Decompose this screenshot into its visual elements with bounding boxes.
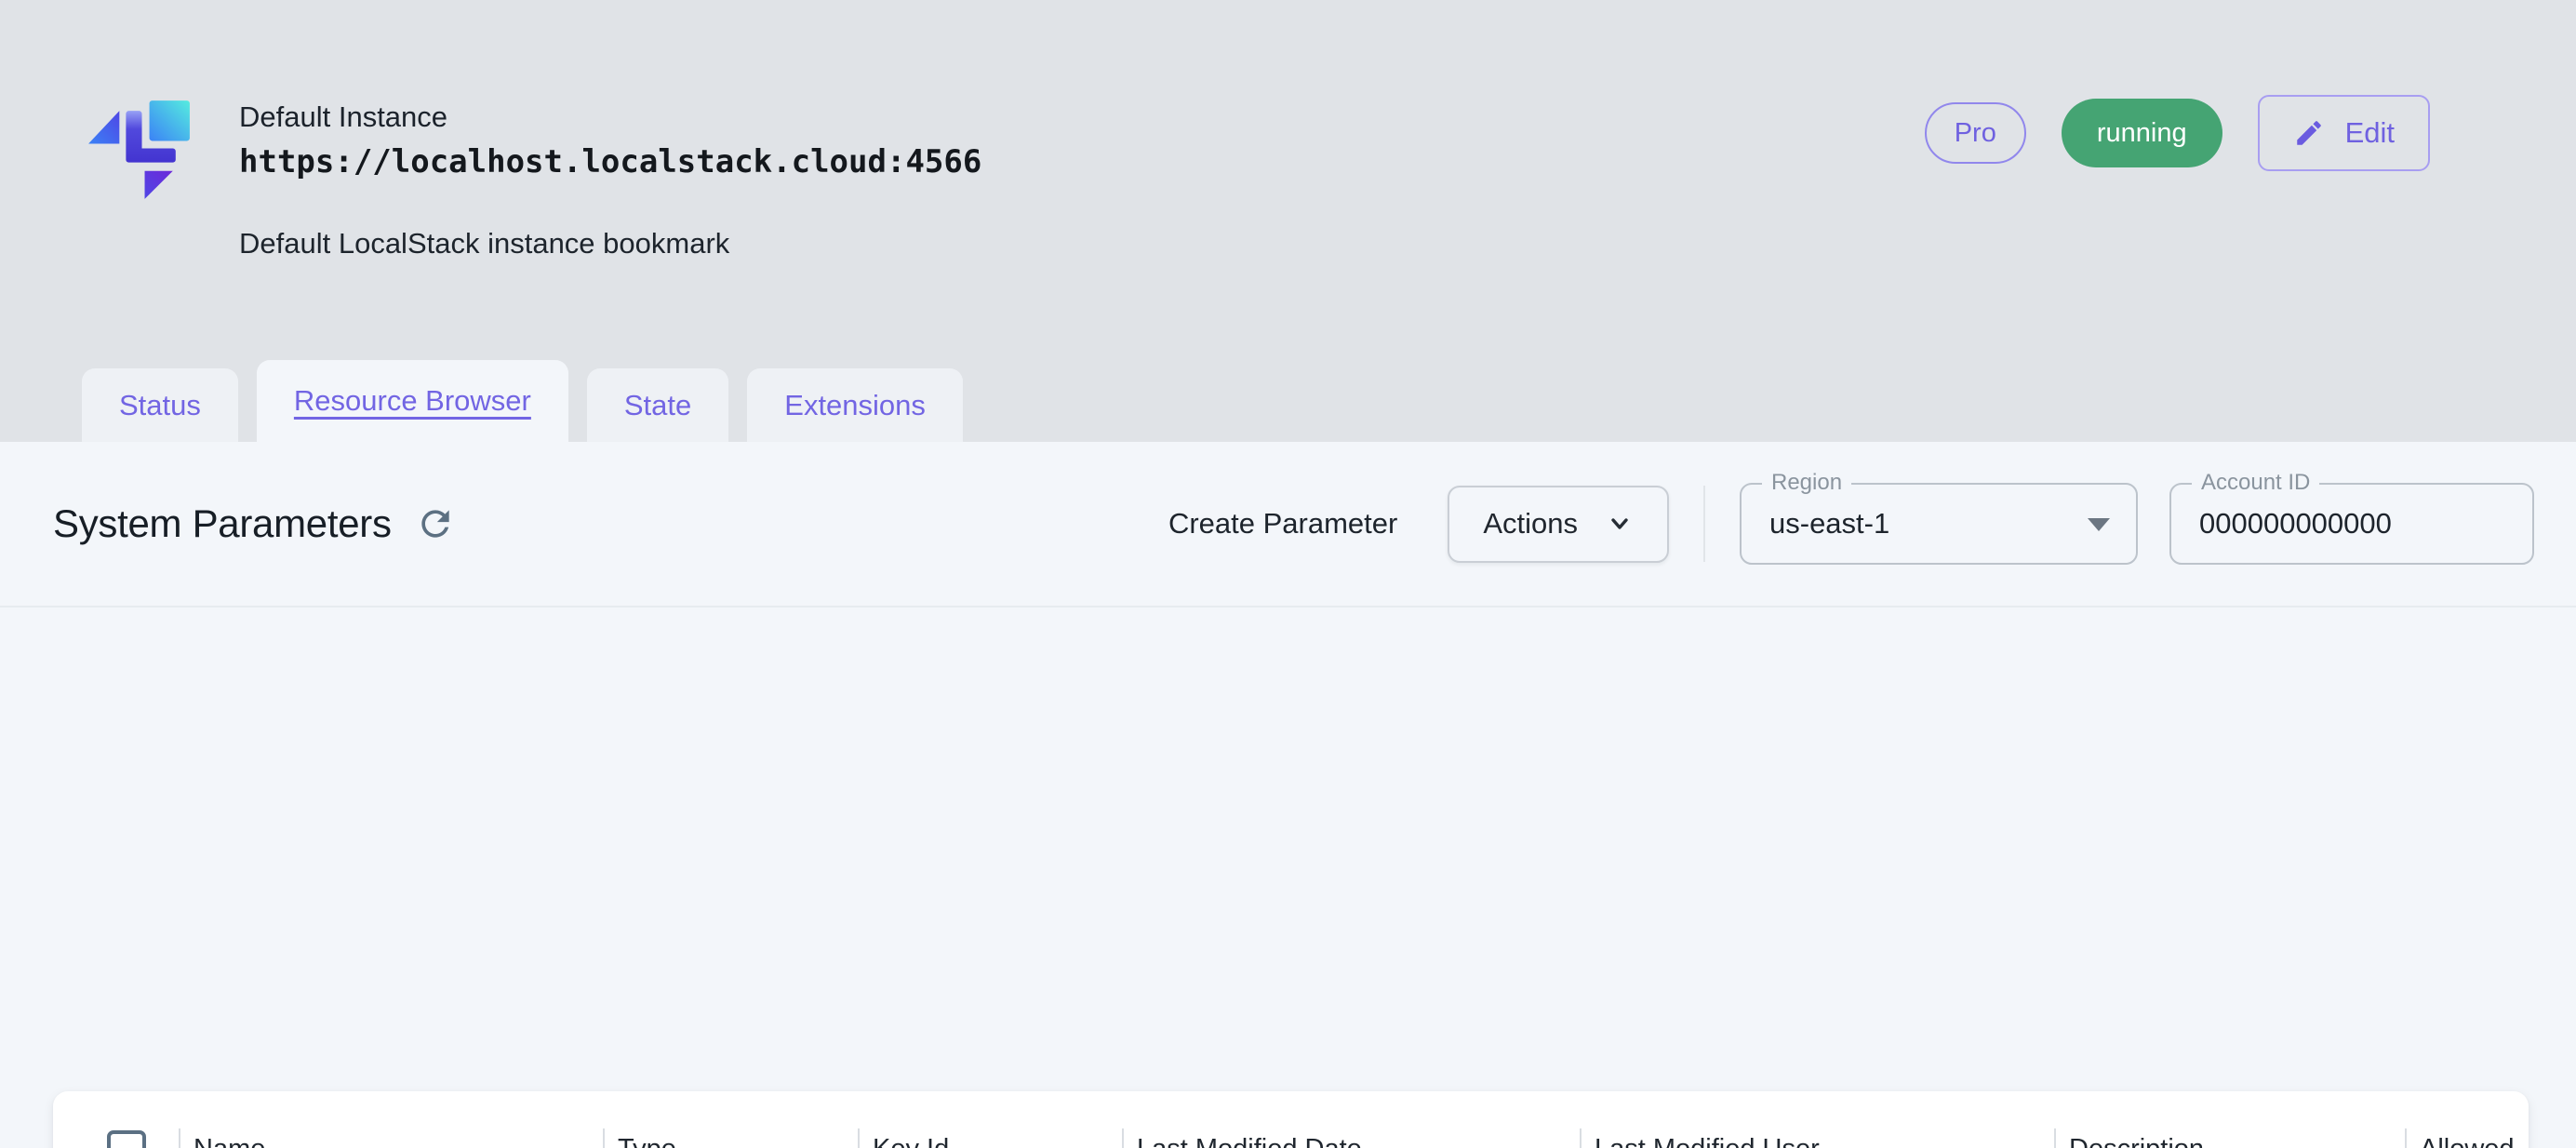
- instance-header: Default Instance https://localhost.local…: [239, 100, 981, 260]
- select-all-checkbox[interactable]: [107, 1130, 146, 1148]
- status-badge: running: [2062, 99, 2222, 167]
- dropdown-arrow-icon: [2088, 518, 2110, 531]
- tab-state[interactable]: State: [587, 368, 728, 442]
- column-header-last-modified-date[interactable]: Last Modified Date: [1122, 1091, 1580, 1148]
- create-parameter-button[interactable]: Create Parameter: [1163, 506, 1403, 541]
- actions-button[interactable]: Actions: [1448, 486, 1669, 563]
- region-select-label: Region: [1762, 470, 1851, 497]
- edit-button[interactable]: Edit: [2258, 95, 2430, 171]
- toolbar-divider: [1703, 486, 1705, 562]
- instance-url: https://localhost.localstack.cloud:4566: [239, 143, 981, 180]
- region-select[interactable]: Region us-east-1: [1740, 483, 2138, 565]
- instance-description: Default LocalStack instance bookmark: [239, 227, 981, 260]
- column-header-name[interactable]: Name: [179, 1091, 603, 1148]
- instance-tabs: Status Resource Browser State Extensions: [82, 360, 963, 442]
- account-id-input[interactable]: [2171, 507, 2532, 541]
- parameters-table-card: Name Type Key Id Last Modified Date Last…: [53, 1091, 2529, 1148]
- column-header-allowed[interactable]: Allowed: [2405, 1091, 2529, 1148]
- instance-title: Default Instance: [239, 100, 981, 134]
- resource-browser-panel: System Parameters Create Parameter Actio…: [0, 442, 2576, 1148]
- account-id-field: Account ID: [2169, 483, 2534, 565]
- instance-badges: Pro running Edit: [1925, 94, 2430, 172]
- tab-extensions[interactable]: Extensions: [747, 368, 963, 442]
- table-header-row: Name Type Key Id Last Modified Date Last…: [53, 1091, 2529, 1148]
- region-select-value: us-east-1: [1742, 507, 1889, 541]
- refresh-icon: [415, 503, 456, 544]
- toolbar: System Parameters Create Parameter Actio…: [0, 442, 2576, 607]
- localstack-instance-page: Default Instance https://localhost.local…: [0, 0, 2576, 1148]
- actions-button-label: Actions: [1483, 507, 1578, 541]
- account-id-label: Account ID: [2192, 470, 2319, 497]
- column-header-type[interactable]: Type: [603, 1091, 858, 1148]
- page-title: System Parameters: [53, 501, 392, 546]
- localstack-logo: [82, 89, 199, 207]
- edit-button-label: Edit: [2345, 116, 2395, 150]
- plan-badge: Pro: [1925, 102, 2026, 164]
- table-header-checkbox-cell: [53, 1091, 179, 1148]
- chevron-down-icon: [1606, 510, 1634, 538]
- column-header-description[interactable]: Description: [2054, 1091, 2405, 1148]
- tab-status[interactable]: Status: [82, 368, 238, 442]
- column-header-last-modified-user[interactable]: Last Modified User: [1580, 1091, 2054, 1148]
- refresh-button[interactable]: [414, 502, 457, 545]
- tab-resource-browser[interactable]: Resource Browser: [257, 360, 568, 442]
- pencil-icon: [2293, 117, 2325, 149]
- column-header-key-id[interactable]: Key Id: [858, 1091, 1122, 1148]
